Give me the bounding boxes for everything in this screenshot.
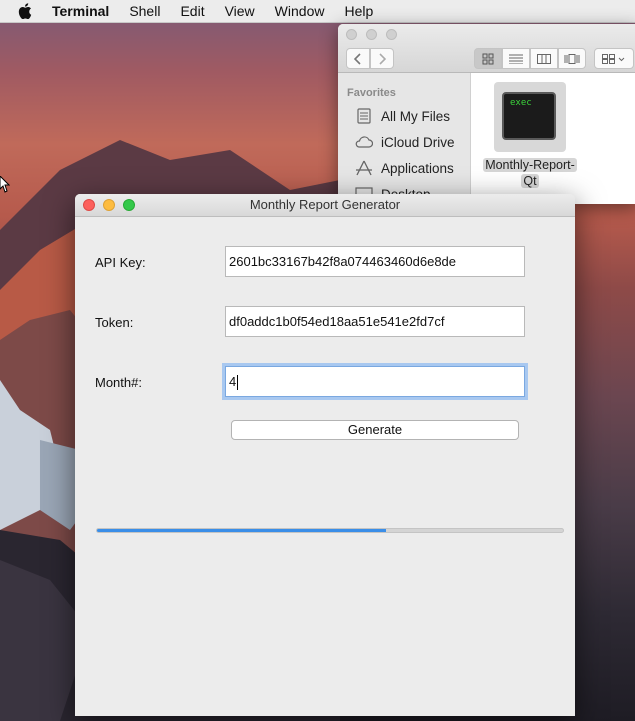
icon-view-button[interactable]: [474, 48, 502, 69]
file-item-monthly-report-qt[interactable]: exec: [494, 82, 566, 152]
terminal-exec-icon: exec: [502, 92, 556, 140]
cover-flow-button[interactable]: [558, 48, 586, 69]
menu-app-name[interactable]: Terminal: [52, 3, 109, 19]
list-view-button[interactable]: [502, 48, 530, 69]
finder-window: Favorites All My Files iCloud Drive Appl…: [338, 24, 635, 204]
progress-bar: [96, 528, 564, 533]
menu-help[interactable]: Help: [344, 3, 373, 19]
sidebar-item-label: All My Files: [381, 108, 451, 124]
sidebar-item-icloud-drive[interactable]: iCloud Drive: [338, 129, 470, 155]
grid-icon: [482, 53, 494, 64]
cover-flow-icon: [564, 53, 580, 64]
arrange-button[interactable]: [594, 48, 634, 69]
sidebar-item-label: Applications: [381, 160, 454, 176]
progress-bar-fill: [97, 529, 386, 532]
menu-window[interactable]: Window: [275, 3, 325, 19]
minimize-button[interactable]: [103, 199, 115, 211]
text-caret: [237, 375, 239, 391]
list-icon: [509, 54, 523, 64]
cloud-icon: [355, 134, 373, 150]
sidebar-header: Favorites: [347, 87, 396, 99]
chevron-right-icon: [379, 52, 386, 65]
mouse-cursor-icon: [0, 176, 10, 193]
menu-shell[interactable]: Shell: [129, 3, 160, 19]
columns-icon: [537, 53, 551, 64]
applications-icon: [355, 160, 373, 176]
all-files-icon: [355, 108, 373, 124]
apple-menu-icon[interactable]: [18, 3, 36, 19]
month-label: Month#:: [95, 375, 142, 390]
api-key-label: API Key:: [95, 255, 146, 270]
column-view-button[interactable]: [530, 48, 558, 69]
finder-minimize-button[interactable]: [366, 29, 377, 40]
sidebar-item-applications[interactable]: Applications: [338, 155, 470, 181]
window-titlebar: Monthly Report Generator: [75, 194, 575, 217]
api-key-input[interactable]: 2601bc33167b42f8a074463460d6e8de: [225, 246, 525, 277]
finder-sidebar: Favorites All My Files iCloud Drive Appl…: [338, 73, 471, 204]
sidebar-item-all-my-files[interactable]: All My Files: [338, 103, 470, 129]
token-label: Token:: [95, 315, 134, 330]
window-title: Monthly Report Generator: [249, 197, 401, 212]
report-generator-window: Monthly Report Generator API Key: 2601bc…: [75, 194, 575, 716]
finder-zoom-button[interactable]: [386, 29, 397, 40]
generate-button[interactable]: Generate: [231, 420, 519, 440]
forward-button[interactable]: [370, 48, 394, 69]
menu-edit[interactable]: Edit: [180, 3, 204, 19]
back-button[interactable]: [346, 48, 370, 69]
arrange-icon: [602, 53, 625, 64]
finder-toolbar: [338, 24, 635, 73]
token-input[interactable]: df0addc1b0f54ed18aa51e541e2fd7cf: [225, 306, 525, 337]
sidebar-item-label: iCloud Drive: [381, 134, 455, 150]
month-input[interactable]: 4: [225, 366, 525, 397]
month-input-value: 4: [229, 374, 237, 389]
finder-close-button[interactable]: [346, 29, 357, 40]
menu-view[interactable]: View: [225, 3, 255, 19]
chevron-left-icon: [354, 52, 361, 65]
file-name-label: Monthly-Report- Qt: [483, 158, 577, 188]
menu-bar: Terminal Shell Edit View Window Help: [0, 0, 635, 23]
close-button[interactable]: [83, 199, 95, 211]
zoom-button[interactable]: [123, 199, 135, 211]
